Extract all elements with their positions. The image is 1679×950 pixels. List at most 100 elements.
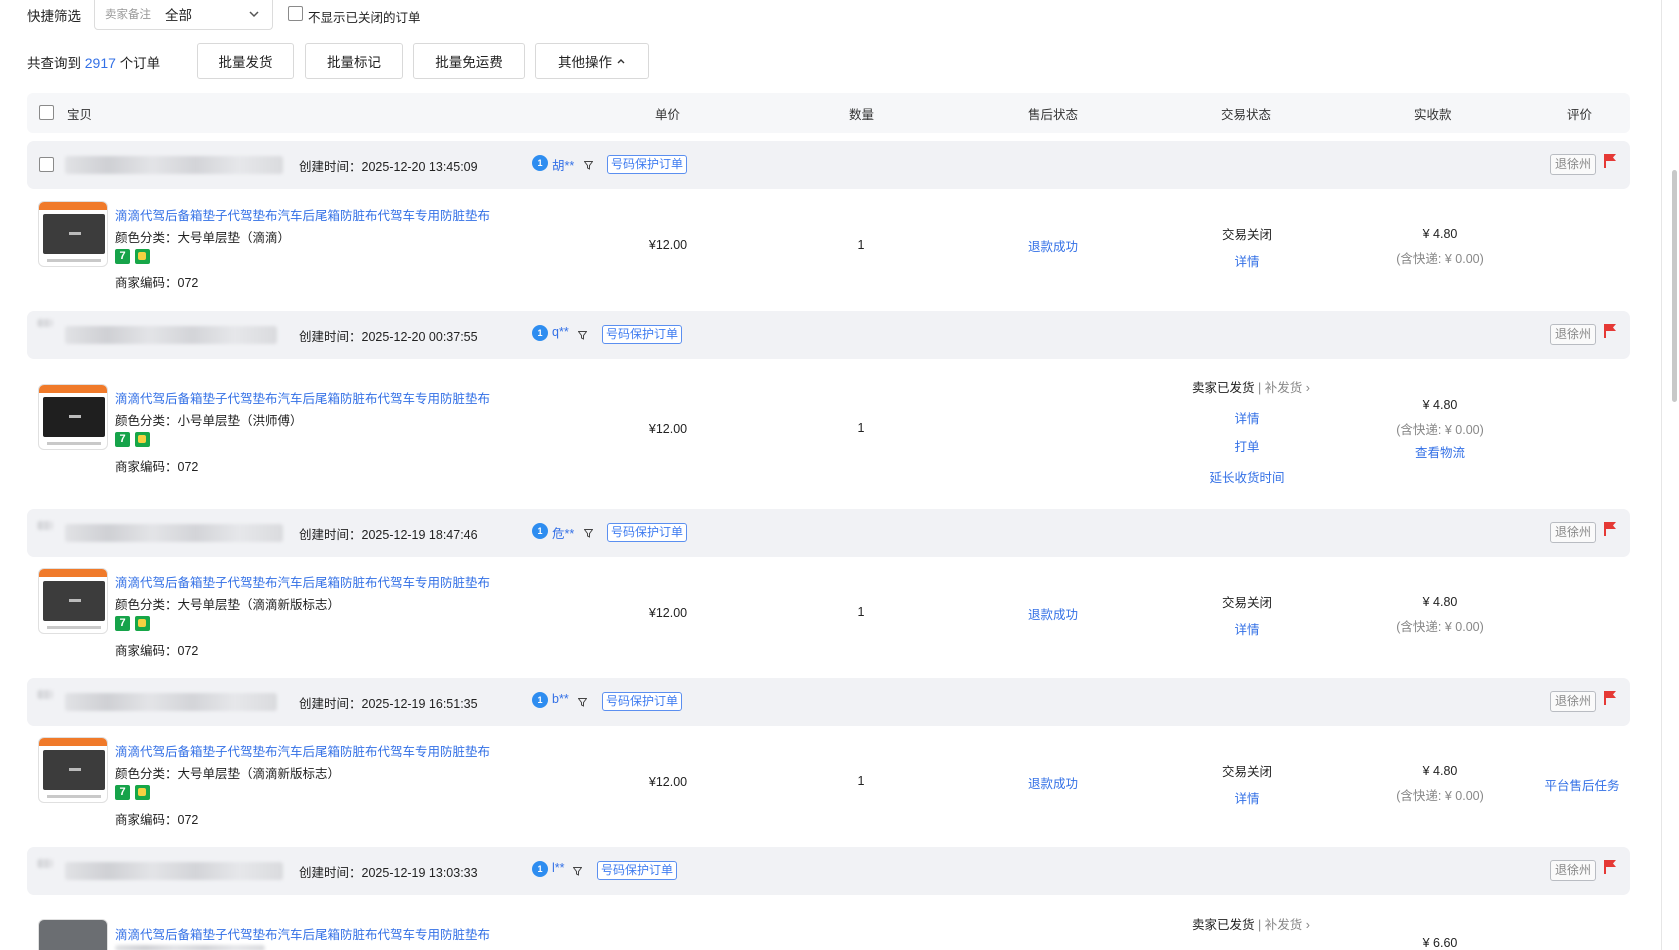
product-title-link[interactable]: 滴滴代驾后备箱垫子代驾垫布汽车后尾箱防脏布代驾车专用防脏垫布 xyxy=(115,924,490,943)
protect-order-tag: 号码保护订单 xyxy=(597,861,678,880)
product-thumbnail[interactable] xyxy=(38,201,108,267)
reship-link[interactable]: | 补发货 › xyxy=(1258,918,1310,932)
city-button[interactable]: 退徐州 xyxy=(1550,324,1596,345)
order-number-blurred xyxy=(65,326,277,344)
trade-status: 交易关闭 xyxy=(1221,596,1273,610)
product-variant: 颜色分类：大号单层垫（滴滴新版标志） xyxy=(115,767,341,781)
filter-icon[interactable] xyxy=(573,867,582,876)
filter-icon[interactable] xyxy=(578,331,587,340)
after-sale-status-link[interactable]: 退款成功 xyxy=(1028,604,1078,623)
city-button[interactable]: 退徐州 xyxy=(1550,154,1596,175)
trade-status-row: 卖家已发货 | 补发货 › xyxy=(1192,914,1310,933)
after-sale-status-link[interactable]: 退款成功 xyxy=(1028,773,1078,792)
received-amount: ¥ 4.80 xyxy=(1422,764,1458,778)
product-thumbnail[interactable] xyxy=(38,568,108,634)
created-time: 创建时间：2025-12-19 16:51:35 xyxy=(299,697,478,711)
seller-note-label: 卖家备注 xyxy=(105,9,151,21)
buyer-chat-icon[interactable]: 1 xyxy=(532,155,548,171)
col-quantity: 数量 xyxy=(849,108,875,122)
city-button[interactable]: 退徐州 xyxy=(1550,522,1596,543)
buyer-name[interactable]: 胡** xyxy=(552,155,574,174)
buyer-chat-icon[interactable]: 1 xyxy=(532,325,548,341)
after-sale-status-link[interactable]: 退款成功 xyxy=(1028,236,1078,255)
flag-icon[interactable] xyxy=(1603,859,1617,875)
unit-price: ¥12.00 xyxy=(648,422,688,436)
detail-link[interactable]: 详情 xyxy=(1234,788,1259,807)
print-order-link[interactable]: 打单 xyxy=(1234,436,1259,455)
select-all-checkbox[interactable] xyxy=(39,105,54,120)
hide-closed-label: 不显示已关闭的订单 xyxy=(308,11,421,25)
view-logistics-link[interactable]: 查看物流 xyxy=(1415,442,1465,461)
buyer-name[interactable]: b** xyxy=(552,692,569,706)
other-ops-button[interactable]: 其他操作 xyxy=(535,43,649,79)
batch-ship-button[interactable]: 批量发货 xyxy=(197,43,294,79)
seller-note-select[interactable]: 卖家备注 全部 xyxy=(94,0,273,30)
hide-closed-checkbox[interactable] xyxy=(288,6,303,21)
received-amount: ¥ 6.60 xyxy=(1422,936,1458,950)
reship-link[interactable]: | 补发货 › xyxy=(1258,381,1310,395)
seven-day-return-icon: 7 xyxy=(115,785,130,800)
buyer-name[interactable]: q** xyxy=(552,325,569,339)
order-number-blurred xyxy=(65,862,283,880)
product-title-link[interactable]: 滴滴代驾后备箱垫子代驾垫布汽车后尾箱防脏布代驾车专用防脏垫布 xyxy=(115,572,490,591)
product-title-link[interactable]: 滴滴代驾后备箱垫子代驾垫布汽车后尾箱防脏布代驾车专用防脏垫布 xyxy=(115,741,490,760)
detail-link[interactable]: 详情 xyxy=(1234,408,1259,427)
unit-price: ¥12.00 xyxy=(648,606,688,620)
flag-icon[interactable] xyxy=(1603,153,1617,169)
protect-order-tag: 号码保护订单 xyxy=(602,325,683,344)
table-header: 宝贝 单价 数量 售后状态 交易状态 实收款 评价 xyxy=(27,93,1630,133)
product-title-link[interactable]: 滴滴代驾后备箱垫子代驾垫布汽车后尾箱防脏布代驾车专用防脏垫布 xyxy=(115,205,490,224)
platform-after-sale-task-link[interactable]: 平台售后任务 xyxy=(1544,775,1619,794)
merchant-code: 商家编码：072 xyxy=(115,276,199,290)
insurance-icon xyxy=(135,785,150,800)
scrollbar-thumb[interactable] xyxy=(1672,170,1677,402)
protect-order-tag: 号码保护订单 xyxy=(602,692,683,711)
unit-price: ¥12.00 xyxy=(648,238,688,252)
detail-link[interactable]: 详情 xyxy=(1234,251,1259,270)
chevron-up-icon xyxy=(617,59,625,64)
shipping-fee: (含快递: ¥ 0.00) xyxy=(1396,620,1484,634)
seven-day-return-icon: 7 xyxy=(115,616,130,631)
extend-receipt-link[interactable]: 延长收货时间 xyxy=(1209,467,1284,486)
checkbox-blurred xyxy=(37,690,53,699)
col-after-sale: 售后状态 xyxy=(1028,108,1079,122)
batch-free-shipping-button[interactable]: 批量免运费 xyxy=(413,43,525,79)
flag-icon[interactable] xyxy=(1603,323,1617,339)
order-number-blurred xyxy=(65,524,283,542)
product-title-link[interactable]: 滴滴代驾后备箱垫子代驾垫布汽车后尾箱防脏布代驾车专用防脏垫布 xyxy=(115,388,490,407)
service-badges: 7 xyxy=(115,616,150,631)
flag-icon[interactable] xyxy=(1603,521,1617,537)
col-item: 宝贝 xyxy=(67,108,93,122)
service-badges: 7 xyxy=(115,249,150,264)
protect-order-tag: 号码保护订单 xyxy=(607,523,688,542)
filter-icon[interactable] xyxy=(584,529,593,538)
received-amount: ¥ 4.80 xyxy=(1422,227,1458,241)
buyer-name[interactable]: l** xyxy=(552,861,565,875)
product-thumbnail[interactable] xyxy=(38,919,108,950)
quick-filter-label: 快捷筛选 xyxy=(27,9,81,24)
total-count-text: 共查询到 2917 个订单 xyxy=(27,52,160,72)
detail-link[interactable]: 详情 xyxy=(1234,619,1259,638)
order-checkbox[interactable] xyxy=(39,157,54,172)
city-button[interactable]: 退徐州 xyxy=(1550,691,1596,712)
merchant-code: 商家编码：072 xyxy=(115,644,199,658)
filter-icon[interactable] xyxy=(584,161,593,170)
flag-icon[interactable] xyxy=(1603,690,1617,706)
buyer-chat-icon[interactable]: 1 xyxy=(532,692,548,708)
trade-status: 交易关闭 xyxy=(1221,765,1273,779)
shipping-fee: (含快递: ¥ 0.00) xyxy=(1396,423,1484,437)
seller-note-value: 全部 xyxy=(165,8,192,23)
unit-price: ¥12.00 xyxy=(648,775,688,789)
city-button[interactable]: 退徐州 xyxy=(1550,860,1596,881)
buyer-chat-icon[interactable]: 1 xyxy=(532,523,548,539)
merchant-code: 商家编码：072 xyxy=(115,813,199,827)
product-thumbnail[interactable] xyxy=(38,384,108,450)
batch-mark-button[interactable]: 批量标记 xyxy=(305,43,403,79)
shipping-fee: (含快递: ¥ 0.00) xyxy=(1396,789,1484,803)
created-time: 创建时间：2025-12-19 18:47:46 xyxy=(299,528,478,542)
buyer-chat-icon[interactable]: 1 xyxy=(532,861,548,877)
buyer-name[interactable]: 危** xyxy=(552,523,574,542)
order-header: 创建时间：2025-12-20 00:37:55 1 q** 号码保护订单 退徐… xyxy=(27,311,1630,359)
product-thumbnail[interactable] xyxy=(38,737,108,803)
filter-icon[interactable] xyxy=(578,698,587,707)
